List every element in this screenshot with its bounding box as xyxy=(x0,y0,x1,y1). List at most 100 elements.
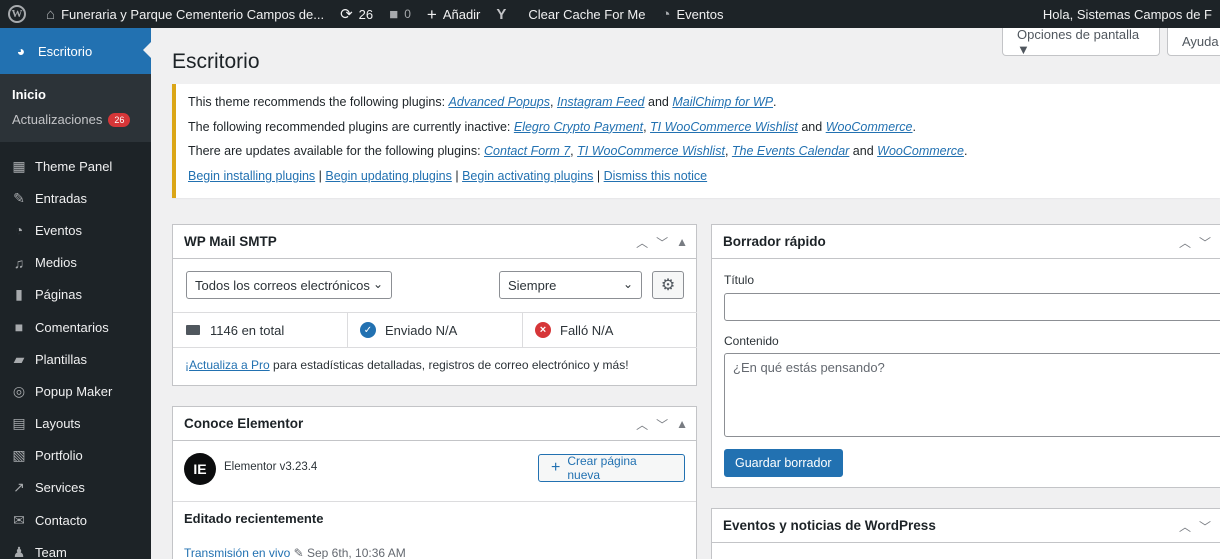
widget-controls: ︿ ﹀ ▲ xyxy=(636,225,688,259)
link-ti-wishlist[interactable]: TI WooCommerce Wishlist xyxy=(650,120,798,134)
create-page-button[interactable]: + Crear página nueva xyxy=(538,454,685,482)
link-instagram-feed[interactable]: Instagram Feed xyxy=(557,95,645,109)
events-menu[interactable]: ◔ Eventos xyxy=(653,0,731,28)
check-circle-icon: ✓ xyxy=(360,322,376,338)
sidebar-item-layouts[interactable]: ▤ Layouts xyxy=(0,408,151,440)
stat-value: Enviado N/A xyxy=(385,322,458,338)
button-label: Crear página nueva xyxy=(567,454,637,482)
help-button[interactable]: Ayuda xyxy=(1167,28,1220,56)
sidebar-item-plantillas[interactable]: ▰ Plantillas xyxy=(0,343,151,375)
sidebar-item-team[interactable]: ♟ Team xyxy=(0,536,151,559)
move-up-icon[interactable]: ︿ xyxy=(1179,234,1191,251)
link-events-calendar[interactable]: The Events Calendar xyxy=(732,144,849,158)
move-up-icon[interactable]: ︿ xyxy=(636,416,648,433)
sidebar-item-portfolio[interactable]: ▧ Portfolio xyxy=(0,440,151,472)
help-label: Ayuda xyxy=(1182,34,1219,49)
select-value: Siempre xyxy=(508,277,557,293)
events-label: Eventos xyxy=(676,6,724,22)
upgrade-pro-link[interactable]: ¡Actualiza a Pro xyxy=(185,358,270,372)
link-mailchimp[interactable]: MailChimp for WP xyxy=(672,95,773,109)
link-woocommerce-update[interactable]: WooCommerce xyxy=(877,144,964,158)
recent-item-link[interactable]: Transmisión en vivo xyxy=(184,546,290,559)
draft-content-textarea[interactable]: ¿En qué estás pensando? xyxy=(724,353,1220,437)
dashboard-icon: ◕ xyxy=(16,43,26,59)
sidebar-item-label: Plantillas xyxy=(35,351,88,367)
move-down-icon[interactable]: ﹀ xyxy=(656,234,668,251)
updates-badge: 26 xyxy=(108,112,131,127)
elementor-widget: Conoce Elementor ︿ ﹀ ▲ IE Elementor v3.2… xyxy=(172,406,697,559)
widget-header: Eventos y noticias de WordPress ︿ ﹀ xyxy=(712,509,1220,543)
notice-text: , xyxy=(550,95,557,109)
link-contact-form-7[interactable]: Contact Form 7 xyxy=(484,144,570,158)
begin-updating-link[interactable]: Begin updating plugins xyxy=(325,169,452,183)
admin-bar: W ⌂ Funeraria y Parque Cementerio Campos… xyxy=(0,0,1220,28)
sidebar-item-label: Medios xyxy=(35,255,77,271)
link-elegro[interactable]: Elegro Crypto Payment xyxy=(514,120,643,134)
save-draft-button[interactable]: Guardar borrador xyxy=(724,449,843,477)
sidebar-item-escritorio[interactable]: ◕ Escritorio xyxy=(0,28,151,74)
comments-menu[interactable]: ■ 0 xyxy=(381,0,419,28)
sidebar-item-entradas[interactable]: ✎ Entradas xyxy=(0,182,151,214)
sidebar-item-paginas[interactable]: ▮ Páginas xyxy=(0,279,151,311)
move-up-icon[interactable]: ︿ xyxy=(636,234,648,251)
sidebar-item-eventos[interactable]: ◔ Eventos xyxy=(0,214,151,246)
screen-options-button[interactable]: Opciones de pantalla ▼ xyxy=(1002,26,1160,57)
move-down-icon[interactable]: ﹀ xyxy=(656,416,668,433)
move-up-icon[interactable]: ︿ xyxy=(1179,518,1191,535)
submenu-item-actualizaciones[interactable]: Actualizaciones 26 xyxy=(0,107,151,132)
sidebar-item-services[interactable]: ↗ Services xyxy=(0,472,151,504)
draft-title-input[interactable] xyxy=(724,293,1220,321)
upgrade-note: ¡Actualiza a Pro para estadísticas detal… xyxy=(185,358,629,372)
time-filter-select[interactable]: Siempre ⌄ xyxy=(499,271,642,299)
notice-text: , xyxy=(643,119,651,134)
screen-options-label: Opciones de pantalla ▼ xyxy=(1017,26,1140,57)
move-down-icon[interactable]: ﹀ xyxy=(1199,518,1211,535)
sidebar-item-theme-panel[interactable]: ▦ Theme Panel xyxy=(0,150,151,182)
link-woocommerce[interactable]: WooCommerce xyxy=(826,120,913,134)
page-title: Escritorio xyxy=(172,50,260,73)
new-content-menu[interactable]: + Añadir xyxy=(419,0,489,28)
email-filter-select[interactable]: Todos los correos electrónicos ⌄ xyxy=(186,271,392,299)
dismiss-notice-link[interactable]: Dismiss this notice xyxy=(604,169,708,183)
yoast-menu[interactable]: Y xyxy=(488,0,520,28)
widget-controls: ︿ ﹀ ▲ xyxy=(636,407,688,441)
widget-controls: ︿ ﹀ xyxy=(1179,509,1211,543)
settings-button[interactable]: ⚙ xyxy=(652,271,684,299)
sidebar-item-comentarios[interactable]: ■ Comentarios xyxy=(0,311,151,343)
wp-logo-menu[interactable]: W xyxy=(0,0,38,28)
clear-cache-link[interactable]: Clear Cache For Me xyxy=(520,0,653,28)
begin-activating-link[interactable]: Begin activating plugins xyxy=(462,169,593,183)
stat-value: Falló N/A xyxy=(560,322,614,338)
separator: | xyxy=(593,169,604,184)
my-account-menu[interactable]: Hola, Sistemas Campos de F xyxy=(1035,0,1220,28)
site-name-menu[interactable]: ⌂ Funeraria y Parque Cementerio Campos d… xyxy=(38,0,332,28)
toggle-panel-icon[interactable]: ▲ xyxy=(676,235,688,249)
comment-bubble-icon: ■ xyxy=(389,5,399,23)
sidebar-item-contacto[interactable]: ✉ Contacto xyxy=(0,504,151,536)
sidebar-item-medios[interactable]: ♫ Medios xyxy=(0,247,151,279)
widget-header: Borrador rápido ︿ ﹀ xyxy=(712,225,1220,259)
link-advanced-popups[interactable]: Advanced Popups xyxy=(449,95,550,109)
sidebar-item-label: Contacto xyxy=(35,512,88,528)
content-label: Contenido xyxy=(724,334,779,348)
sidebar-item-label: Eventos xyxy=(35,222,82,238)
toggle-panel-icon[interactable]: ▲ xyxy=(676,417,688,431)
sidebar-item-label: Portfolio xyxy=(35,448,83,464)
sidebar-item-label: Páginas xyxy=(35,287,82,303)
wp-mail-smtp-widget: WP Mail SMTP ︿ ﹀ ▲ Todos los correos ele… xyxy=(172,224,697,386)
updates-menu[interactable]: ⟳ 26 xyxy=(332,0,381,28)
sidebar-item-popup-maker[interactable]: ◎ Popup Maker xyxy=(0,375,151,407)
begin-installing-link[interactable]: Begin installing plugins xyxy=(188,169,315,183)
notice-text: , xyxy=(724,144,732,159)
yoast-icon: Y xyxy=(496,5,507,23)
move-down-icon[interactable]: ﹀ xyxy=(1199,234,1211,251)
submenu-item-inicio[interactable]: Inicio xyxy=(0,82,151,107)
notice-text: . xyxy=(773,95,777,109)
select-value: Todos los correos electrónicos xyxy=(195,277,370,293)
plugin-notice: This theme recommends the following plug… xyxy=(172,84,1220,198)
dashboard-submenu: Inicio Actualizaciones 26 xyxy=(0,74,151,142)
home-icon: ⌂ xyxy=(46,5,56,23)
link-ti-wishlist-update[interactable]: TI WooCommerce Wishlist xyxy=(577,144,725,158)
pencil-icon: ✎ xyxy=(293,546,307,559)
sidebar-item-label: Team xyxy=(35,544,67,559)
